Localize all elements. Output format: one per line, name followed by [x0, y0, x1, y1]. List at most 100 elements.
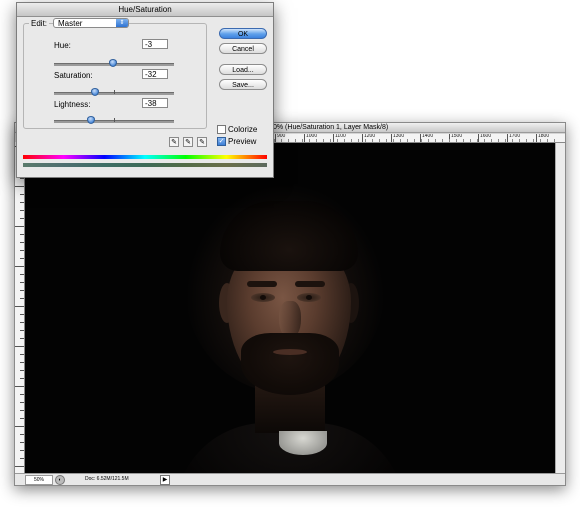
triangle-right-icon[interactable]: ▶: [160, 475, 170, 485]
saturation-slider-thumb[interactable]: [90, 88, 99, 96]
ruler-minor-tick: [505, 139, 506, 142]
ruler-minor-tick: [344, 139, 345, 142]
ruler-minor-tick: [20, 402, 24, 403]
ruler-minor-tick: [20, 378, 24, 379]
ruler-minor-tick: [302, 139, 303, 142]
ruler-minor-tick: [463, 139, 464, 142]
colorize-checkbox-box[interactable]: [217, 125, 226, 135]
colorize-label: Colorize: [228, 125, 258, 134]
save-button[interactable]: Save...: [219, 79, 267, 90]
saturation-input[interactable]: -32: [142, 69, 168, 79]
ruler-minor-tick: [288, 139, 289, 142]
ruler-minor-tick: [15, 306, 24, 307]
shirt-collar: [279, 431, 327, 455]
ruler-minor-tick: [316, 139, 317, 142]
ruler-minor-tick: [449, 139, 450, 142]
lightness-slider[interactable]: [54, 116, 174, 124]
ruler-minor-tick: [20, 450, 24, 451]
info-icon[interactable]: ◐: [55, 475, 65, 485]
ruler-minor-tick: [330, 139, 331, 142]
colorize-checkbox[interactable]: Colorize: [217, 125, 258, 135]
ruler-minor-tick: [274, 139, 275, 142]
zoom-field[interactable]: 50%: [25, 475, 53, 485]
hair: [220, 201, 358, 271]
ruler-minor-tick: [20, 290, 24, 291]
ruler-minor-tick: [540, 139, 541, 142]
ruler-minor-tick: [20, 394, 24, 395]
updown-arrows-icon: ⇕: [116, 19, 128, 27]
preview-checkbox[interactable]: ✓ Preview: [217, 137, 256, 147]
edit-select[interactable]: Master ⇕: [53, 18, 129, 28]
ruler-minor-tick: [15, 226, 24, 227]
hue-slider[interactable]: [54, 59, 174, 67]
ruler-minor-tick: [15, 386, 24, 387]
ruler-minor-tick: [20, 370, 24, 371]
adjusted-spectrum-bar: [23, 163, 267, 167]
ruler-minor-tick: [519, 139, 520, 142]
eye-right: [297, 293, 321, 302]
ruler-minor-tick: [386, 139, 387, 142]
hue-saturation-dialog: Hue/Saturation Edit: Master ⇕ Hue: -3 Sa…: [16, 2, 274, 178]
ruler-minor-tick: [20, 234, 24, 235]
cancel-button[interactable]: Cancel: [219, 43, 267, 54]
ruler-minor-tick: [20, 442, 24, 443]
ruler-minor-tick: [491, 139, 492, 142]
edit-label: Edit:: [29, 19, 50, 28]
ruler-minor-tick: [337, 139, 338, 142]
ruler-minor-tick: [365, 139, 366, 142]
ruler-minor-tick: [281, 139, 282, 142]
edit-select-value: Master: [58, 19, 83, 28]
ruler-minor-tick: [20, 258, 24, 259]
eyebrow-left: [247, 281, 277, 287]
beard: [241, 333, 339, 395]
vertical-ruler[interactable]: [15, 142, 25, 473]
checkmark-icon[interactable]: ✓: [217, 137, 226, 147]
ruler-minor-tick: [484, 139, 485, 142]
ok-button[interactable]: OK: [219, 28, 267, 39]
ruler-minor-tick: [20, 282, 24, 283]
hue-slider-thumb[interactable]: [108, 59, 117, 67]
ruler-minor-tick: [421, 139, 422, 142]
eyedropper-minus-icon[interactable]: ✎: [197, 137, 207, 147]
ruler-minor-tick: [554, 139, 555, 142]
ruler-minor-tick: [15, 466, 24, 467]
ruler-minor-tick: [20, 362, 24, 363]
saturation-label: Saturation:: [54, 71, 93, 80]
ruler-minor-tick: [20, 274, 24, 275]
ruler-minor-tick: [15, 186, 24, 187]
ruler-minor-tick: [435, 139, 436, 142]
ruler-minor-tick: [498, 139, 499, 142]
lightness-slider-thumb[interactable]: [87, 116, 96, 124]
ruler-minor-tick: [526, 139, 527, 142]
eyedropper-plus-icon[interactable]: ✎: [183, 137, 193, 147]
ruler-minor-tick: [20, 298, 24, 299]
saturation-slider[interactable]: [54, 88, 174, 96]
lightness-label: Lightness:: [54, 100, 91, 109]
ruler-minor-tick: [295, 139, 296, 142]
ruler-minor-tick: [477, 139, 478, 142]
ruler-minor-tick: [20, 354, 24, 355]
mouth: [273, 349, 307, 355]
eyedropper-icon[interactable]: ✎: [169, 137, 179, 147]
ruler-minor-tick: [358, 139, 359, 142]
ruler-minor-tick: [20, 250, 24, 251]
lightness-input[interactable]: -38: [142, 98, 168, 108]
ruler-minor-tick: [20, 194, 24, 195]
ruler-minor-tick: [15, 266, 24, 267]
ruler-minor-tick: [379, 139, 380, 142]
ruler-minor-tick: [533, 139, 534, 142]
vertical-scrollbar[interactable]: [555, 143, 565, 473]
eyebrow-right: [295, 281, 325, 287]
ruler-minor-tick: [414, 139, 415, 142]
source-spectrum-bar: [23, 155, 267, 159]
document-info: Doc: 6.52M/121.5M: [85, 476, 129, 482]
ruler-minor-tick: [20, 202, 24, 203]
ruler-minor-tick: [407, 139, 408, 142]
ruler-minor-tick: [442, 139, 443, 142]
hue-input[interactable]: -3: [142, 39, 168, 49]
ruler-minor-tick: [309, 139, 310, 142]
ruler-minor-tick: [428, 139, 429, 142]
ruler-minor-tick: [15, 346, 24, 347]
load-button[interactable]: Load...: [219, 64, 267, 75]
image-canvas[interactable]: [25, 143, 555, 473]
